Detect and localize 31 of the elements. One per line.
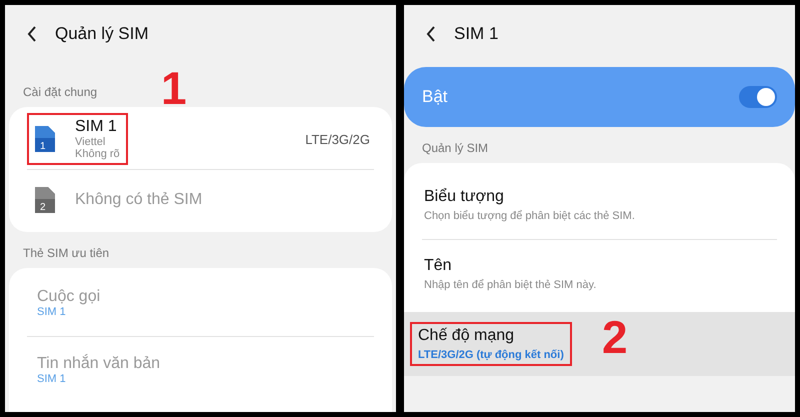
screen-title: SIM 1 — [454, 24, 498, 44]
back-icon[interactable] — [426, 26, 436, 42]
list-item[interactable]: Tên Nhập tên để phân biệt thẻ SIM này. — [404, 240, 795, 308]
item-title: Biểu tượng — [424, 188, 505, 206]
section-header: Quản lý SIM — [421, 141, 490, 155]
back-icon[interactable] — [27, 26, 37, 42]
sim-card-icon: 1 — [35, 126, 55, 152]
item-subtitle: SIM 1 — [37, 373, 67, 385]
step-number: 2 — [602, 314, 628, 360]
item-subtitle: Viettel — [75, 136, 106, 148]
toggle-switch[interactable] — [739, 86, 777, 108]
item-subtitle: LTE/3G/2G (tự động kết nối) — [418, 349, 564, 361]
section-header: Cài đặt chung — [22, 85, 98, 99]
item-title: Tin nhắn văn bản — [37, 355, 160, 373]
switch-label: Bật — [422, 87, 448, 107]
item-title: Cuộc gọi — [37, 288, 100, 306]
step-number: 1 — [161, 65, 187, 111]
item-title: Không có thẻ SIM — [75, 191, 202, 209]
item-title: SIM 1 — [75, 118, 118, 136]
screen-title: Quản lý SIM — [55, 24, 149, 44]
list-item[interactable]: Biểu tượng Chọn biểu tượng để phân biệt các thẻ SIM. — [404, 171, 795, 239]
list-item[interactable]: Chế độ mạng LTE/3G/2G (tự động kết nối) 2 — [404, 312, 795, 376]
item-title: Tên — [424, 257, 453, 275]
item-subtitle: SIM 1 — [37, 306, 67, 318]
network-mode-value: LTE/3G/2G — [305, 132, 370, 146]
item-subtitle: Nhập tên để phân biệt thẻ SIM này. — [424, 279, 596, 291]
section-header: Thẻ SIM ưu tiên — [22, 246, 110, 260]
item-title: Chế độ mạng — [418, 327, 516, 345]
item-subtitle: Không rõ — [75, 148, 120, 160]
item-subtitle: Chọn biểu tượng để phân biệt các thẻ SIM. — [424, 210, 635, 222]
sim-card-icon: 2 — [35, 187, 55, 213]
